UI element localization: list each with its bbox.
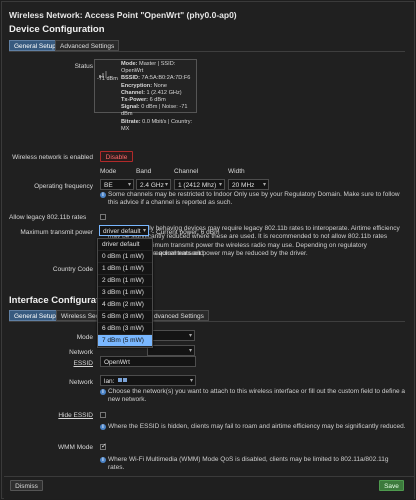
- wireless-enabled-label: Wireless network is enabled: [12, 154, 93, 161]
- iface-network-select[interactable]: [147, 345, 195, 357]
- frequency-help: Some channels may be restricted to Indoo…: [108, 191, 400, 206]
- network-select-label: Network: [69, 349, 93, 356]
- mode-label: Mode: [76, 334, 93, 341]
- save-button[interactable]: Save: [379, 480, 404, 491]
- tx-option[interactable]: 3 dBm (1 mW): [98, 287, 152, 299]
- tx-option[interactable]: 1 dBm (1 mW): [98, 263, 152, 275]
- tx-option-highlighted[interactable]: 7 dBm (5 mW): [98, 335, 152, 347]
- essid-input[interactable]: OpenWrt: [100, 356, 196, 367]
- tab-general-setup-iface[interactable]: General Setup: [9, 310, 61, 321]
- band-select[interactable]: 2.4 GHz: [136, 179, 171, 191]
- dismiss-button[interactable]: Dismiss: [10, 480, 43, 491]
- network-help: Choose the network(s) you want to attach…: [108, 388, 405, 403]
- hide-essid-label: Hide ESSID: [58, 412, 93, 419]
- legacy-rates-checkbox[interactable]: [100, 214, 106, 220]
- tx-option[interactable]: 6 dBm (3 mW): [98, 323, 152, 335]
- tx-option[interactable]: 5 dBm (3 mW): [98, 311, 152, 323]
- operating-frequency-label: Operating frequency: [34, 183, 93, 190]
- tx-power-help-b: e actual transmit power may be reduced b…: [153, 250, 308, 257]
- essid-label: ESSID: [73, 360, 93, 367]
- status-line: Bitrate: 0.0 Mbit/s | Country: MX: [121, 118, 193, 132]
- status-line: Encryption: None: [121, 82, 168, 89]
- network-select[interactable]: lan:: [100, 375, 196, 387]
- dialog-title: Wireless Network: Access Point "OpenWrt"…: [9, 10, 237, 20]
- max-transmit-power-label: Maximum transmit power: [20, 229, 93, 236]
- iface-mode-select[interactable]: [147, 330, 195, 342]
- footer-bar: [4, 476, 414, 499]
- tx-option[interactable]: 0 dBm (1 mW): [98, 251, 152, 263]
- info-icon: i: [100, 192, 106, 198]
- device-config-heading: Device Configuration: [9, 24, 105, 35]
- network-value: lan:: [104, 378, 115, 385]
- tx-option[interactable]: 2 dBm (1 mW): [98, 275, 152, 287]
- tx-power-dropdown: driver default 0 dBm (1 mW) 1 dBm (1 mW)…: [97, 238, 153, 348]
- dialog: Wireless Network: Access Point "OpenWrt"…: [1, 1, 415, 499]
- width-select[interactable]: 20 MHz: [228, 179, 269, 191]
- country-code-label: Country Code: [52, 266, 93, 273]
- tab-advanced-settings-iface[interactable]: dvanced Settings: [149, 310, 209, 321]
- tx-option[interactable]: driver default: [98, 239, 152, 251]
- status-line: BSSID: 7A:5A:B0:2A:7D:F6: [121, 75, 191, 82]
- info-icon: i: [100, 389, 106, 395]
- status-line: Channel: 1 (2.412 GHz): [121, 89, 182, 96]
- band-col-label: Band: [136, 168, 152, 175]
- status-line: Signal: 0 dBm | Noise: -71 dBm: [121, 104, 188, 118]
- tab-divider: [9, 321, 405, 322]
- network-icons: [118, 378, 128, 382]
- status-box: -71 dBm Mode: Master | SSID: OpenWrt BSS…: [94, 59, 197, 132]
- mode-col-label: Mode: [100, 168, 117, 175]
- wmm-help: Where Wi-Fi Multimedia (WMM) Mode QoS is…: [108, 456, 389, 471]
- hide-essid-checkbox[interactable]: [100, 412, 106, 418]
- status-lines: Mode: Master | SSID: OpenWrt BSSID: 7A:5…: [121, 61, 196, 133]
- tx-option[interactable]: 4 dBm (2 mW): [98, 299, 152, 311]
- status-label: Status: [74, 63, 93, 70]
- info-icon: i: [100, 457, 106, 463]
- status-line: Tx-Power: 6 dBm: [121, 97, 166, 104]
- tab-general-setup[interactable]: General Setup: [9, 40, 61, 51]
- tab-divider: [9, 51, 405, 52]
- wmm-label: WMM Mode: [57, 444, 93, 451]
- legacy-rates-label: Allow legacy 802.11b rates: [9, 214, 87, 221]
- width-col-label: Width: [228, 168, 245, 175]
- info-icon: i: [100, 424, 106, 430]
- status-line: Mode: Master | SSID: OpenWrt: [121, 61, 176, 75]
- network-label: Network: [69, 379, 93, 386]
- channel-col-label: Channel: [174, 168, 199, 175]
- tx-power-select[interactable]: driver default: [99, 225, 149, 237]
- signal-dbm: -71 dBm: [97, 76, 118, 82]
- channel-select[interactable]: 1 (2412 Mhz): [174, 179, 225, 191]
- mode-select[interactable]: BE: [100, 179, 134, 191]
- wmm-checkbox[interactable]: [100, 442, 107, 450]
- hide-essid-help: Where the ESSID is hidden, clients may f…: [108, 423, 406, 430]
- disable-button[interactable]: Disable: [100, 151, 133, 162]
- current-power-text: - Current power: 6 dBm: [152, 229, 220, 236]
- tab-advanced-settings[interactable]: Advanced Settings: [55, 40, 120, 51]
